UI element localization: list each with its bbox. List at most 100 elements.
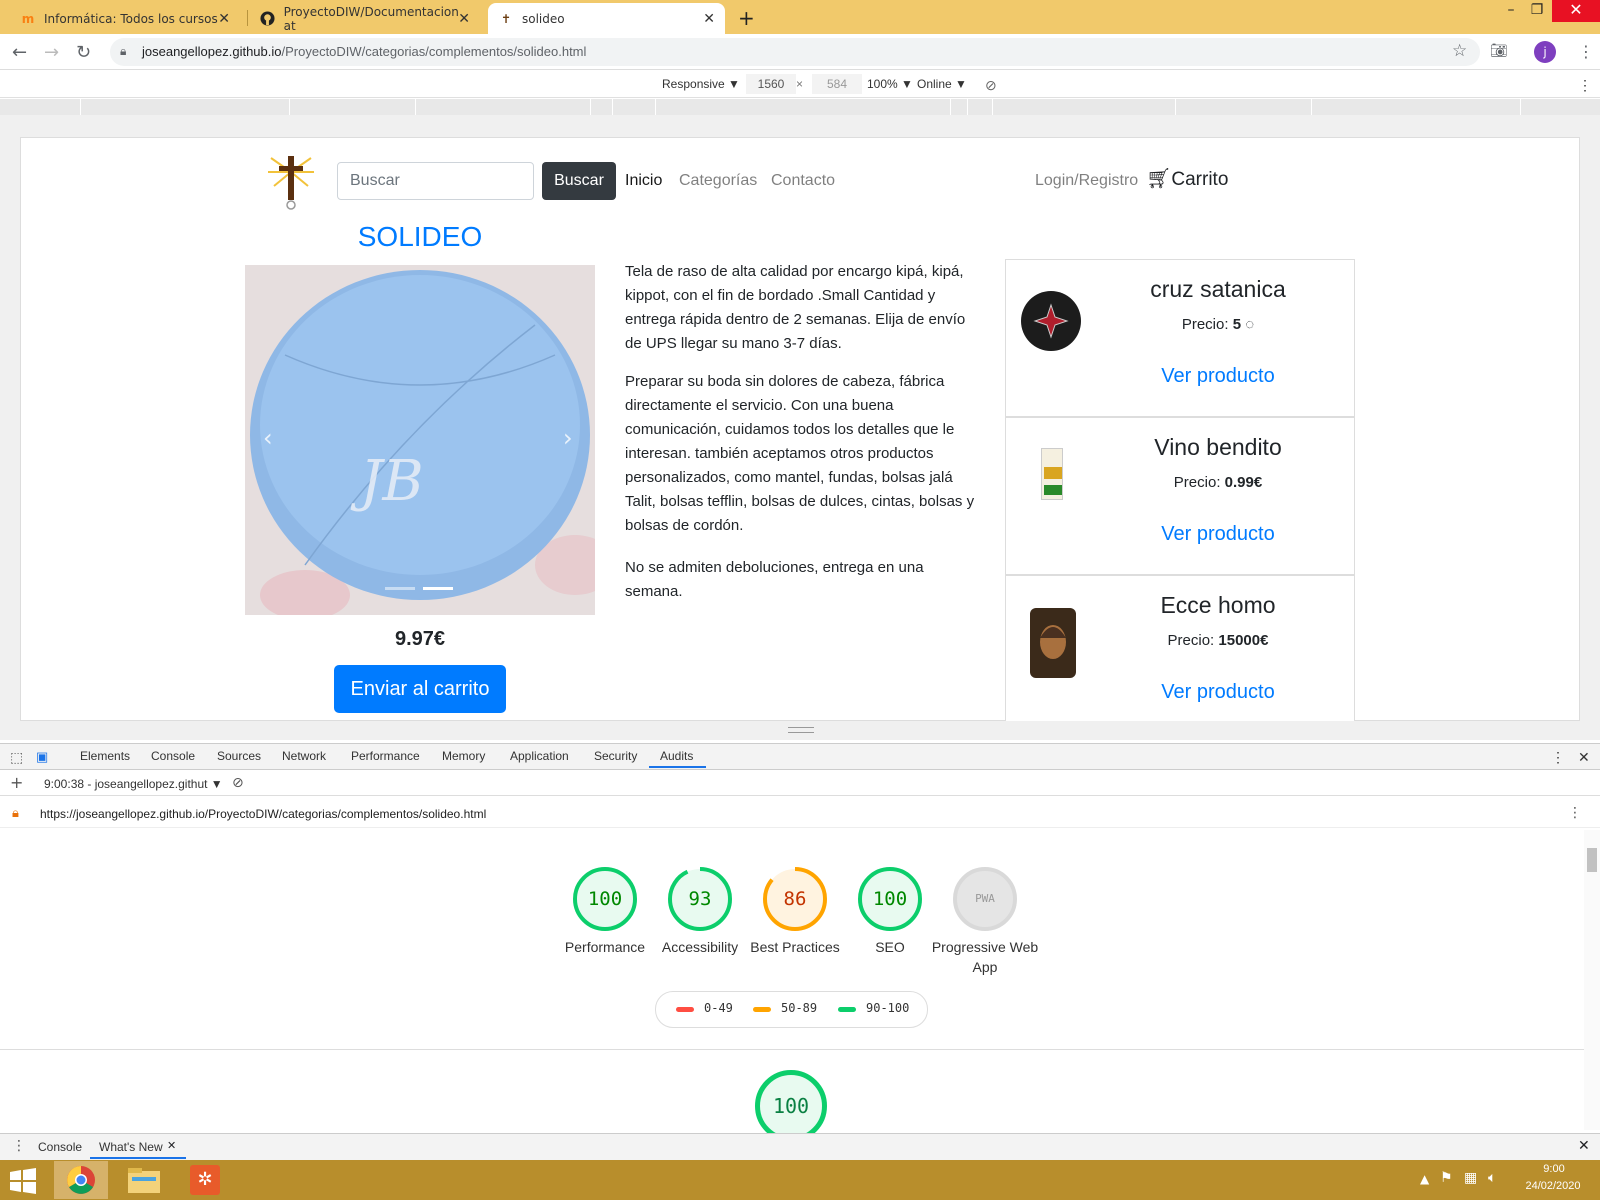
tab-informatica[interactable]: m Informática: Todos los cursos ✕ — [10, 3, 240, 34]
reload-icon[interactable]: ↻ — [76, 42, 91, 63]
score-value: 100 — [872, 888, 908, 910]
device-menu-icon[interactable]: ⋮ — [1578, 77, 1592, 94]
clock-time[interactable]: 9:00 — [1524, 1163, 1584, 1175]
devtools-tab-elements[interactable]: Elements — [80, 749, 130, 763]
nav-categorias[interactable]: Categorías — [679, 172, 757, 190]
network-icon[interactable]: ▦ — [1464, 1170, 1477, 1186]
product-thumbnail[interactable] — [1021, 291, 1081, 351]
back-icon[interactable]: ← — [12, 42, 27, 63]
product-thumbnail[interactable] — [1030, 608, 1076, 678]
devtools-tab-application[interactable]: Application — [510, 749, 569, 763]
clock-date[interactable]: 24/02/2020 — [1520, 1180, 1586, 1192]
carousel-next-icon[interactable]: › — [563, 424, 573, 452]
site-logo[interactable] — [266, 150, 316, 212]
nav-login[interactable]: Login/Registro — [1035, 172, 1138, 190]
windows-start-icon[interactable] — [8, 1167, 38, 1195]
clear-icon[interactable]: ⊘ — [232, 775, 244, 791]
tray-expand-icon[interactable]: ▲ — [1420, 1172, 1429, 1186]
device-mode-select[interactable]: Responsive ▼ — [662, 77, 740, 91]
score-gauge-progressive-web-app[interactable]: PWA — [952, 866, 1018, 932]
devtools-menu-icon[interactable]: ⋮ — [1551, 749, 1565, 766]
scrollbar[interactable] — [1584, 830, 1600, 1130]
new-audit-icon[interactable]: + — [10, 773, 23, 792]
score-gauge-accessibility[interactable]: 93 — [667, 866, 733, 932]
camera-icon[interactable]: 📷︎ — [1490, 43, 1508, 59]
tab-strip — [0, 0, 1600, 34]
search-input[interactable]: Buscar — [337, 162, 534, 200]
tab-github[interactable]: ProyectoDIW/Documentacion at ✕ — [250, 3, 480, 34]
report-menu-icon[interactable]: ⋮ — [1568, 805, 1582, 821]
resize-handle-icon[interactable] — [788, 727, 814, 733]
devtools-tab-sources[interactable]: Sources — [217, 749, 261, 763]
legend-label: 90-100 — [866, 1001, 910, 1015]
carousel-prev-icon[interactable]: ‹ — [263, 424, 273, 452]
close-icon[interactable]: ✕ — [167, 1139, 176, 1152]
devtools-tab-security[interactable]: Security — [594, 749, 637, 763]
devtools-tab-audits[interactable]: Audits — [660, 749, 693, 763]
lock-icon[interactable]: 🔒︎ — [120, 44, 126, 59]
browser-menu-icon[interactable]: ⋮ — [1578, 42, 1594, 61]
devtools-tab-console[interactable]: Console — [151, 749, 195, 763]
chrome-taskbar-icon[interactable] — [54, 1161, 108, 1199]
flag-icon[interactable]: ⚑ — [1440, 1170, 1453, 1186]
url-text[interactable]: joseangellopez.github.io/ProyectoDIW/cat… — [142, 44, 586, 59]
volume-icon[interactable]: 🔈︎ — [1488, 1170, 1496, 1186]
rotate-icon[interactable]: ⊘ — [985, 77, 997, 94]
performance-detail-gauge[interactable]: 100 — [755, 1070, 827, 1142]
product-title: SOLIDEO — [357, 221, 483, 252]
github-icon — [260, 11, 276, 27]
zoom-select[interactable]: 100% ▼ — [867, 77, 913, 91]
nav-contacto[interactable]: Contacto — [771, 172, 835, 190]
add-to-cart-button[interactable]: Enviar al carrito — [334, 665, 506, 713]
nav-inicio[interactable]: Inicio — [625, 172, 662, 190]
close-icon[interactable]: ✕ — [703, 11, 715, 27]
tab-solideo[interactable]: ✝ solideo ✕ — [488, 3, 725, 34]
score-gauge-best-practices[interactable]: 86 — [762, 866, 828, 932]
profile-avatar[interactable]: j — [1534, 41, 1556, 63]
url-path: /ProyectoDIW/categorias/complementos/sol… — [281, 44, 587, 59]
devtools-tab-memory[interactable]: Memory — [442, 749, 485, 763]
network-select[interactable]: Online ▼ — [917, 77, 967, 91]
price-label: Precio: — [1167, 632, 1215, 649]
inspect-element-icon[interactable]: ⬚ — [10, 749, 23, 766]
new-tab-icon[interactable]: + — [738, 6, 755, 30]
devtools-tab-performance[interactable]: Performance — [351, 749, 420, 763]
drawer-tab-whats-new[interactable]: What's New — [99, 1140, 163, 1154]
drawer-menu-icon[interactable]: ⋮ — [12, 1138, 26, 1154]
price-value: 5 — [1232, 316, 1242, 333]
view-product-link[interactable]: Ver producto — [1108, 523, 1328, 546]
score-gauge-performance[interactable]: 100 — [572, 866, 638, 932]
drawer-tab-console[interactable]: Console — [38, 1140, 82, 1154]
forward-icon[interactable]: → — [44, 42, 59, 63]
media-query-ruler[interactable] — [0, 99, 1600, 115]
related-product-name: Ecce homo — [1160, 592, 1276, 618]
xampp-icon[interactable]: ✲ — [190, 1165, 220, 1195]
drawer-close-icon[interactable]: ✕ — [1578, 1138, 1590, 1154]
report-select[interactable]: 9:00:38 - joseangellopez.githut ▼ — [44, 777, 223, 791]
cart-link[interactable]: 🛒︎Carrito — [1146, 166, 1228, 191]
view-product-link[interactable]: Ver producto — [1108, 365, 1328, 388]
close-icon[interactable]: ✕ — [218, 11, 230, 27]
legend-label: 0-49 — [704, 1001, 733, 1015]
device-height-input[interactable]: 584 — [812, 74, 862, 94]
bookmark-star-icon[interactable]: ☆ — [1452, 41, 1467, 61]
restore-icon[interactable]: ❐ — [1522, 2, 1552, 18]
device-width-input[interactable]: 1560 — [746, 74, 796, 94]
score-gauge-seo[interactable]: 100 — [857, 866, 923, 932]
devtools-tab-network[interactable]: Network — [282, 749, 326, 763]
product-thumbnail[interactable] — [1041, 448, 1063, 500]
price-value: 15000€ — [1218, 632, 1269, 649]
device-toggle-icon[interactable]: ▣ — [36, 749, 48, 765]
tab-title: ProyectoDIW/Documentacion at — [283, 4, 459, 33]
devtools-close-icon[interactable]: ✕ — [1578, 749, 1590, 766]
view-product-link[interactable]: Ver producto — [1108, 681, 1328, 704]
report-url[interactable]: https://joseangellopez.github.io/Proyect… — [40, 807, 486, 821]
search-button[interactable]: Buscar — [542, 162, 616, 200]
file-explorer-icon[interactable] — [124, 1165, 164, 1195]
product-carousel[interactable]: JB — [245, 265, 595, 615]
url-domain: joseangellopez.github.io — [142, 44, 282, 59]
close-icon[interactable]: ✕ — [458, 11, 470, 27]
related-product-name: cruz satanica — [1150, 276, 1286, 302]
tab-title: solideo — [522, 11, 565, 26]
window-close-icon[interactable]: ✕ — [1552, 0, 1600, 22]
